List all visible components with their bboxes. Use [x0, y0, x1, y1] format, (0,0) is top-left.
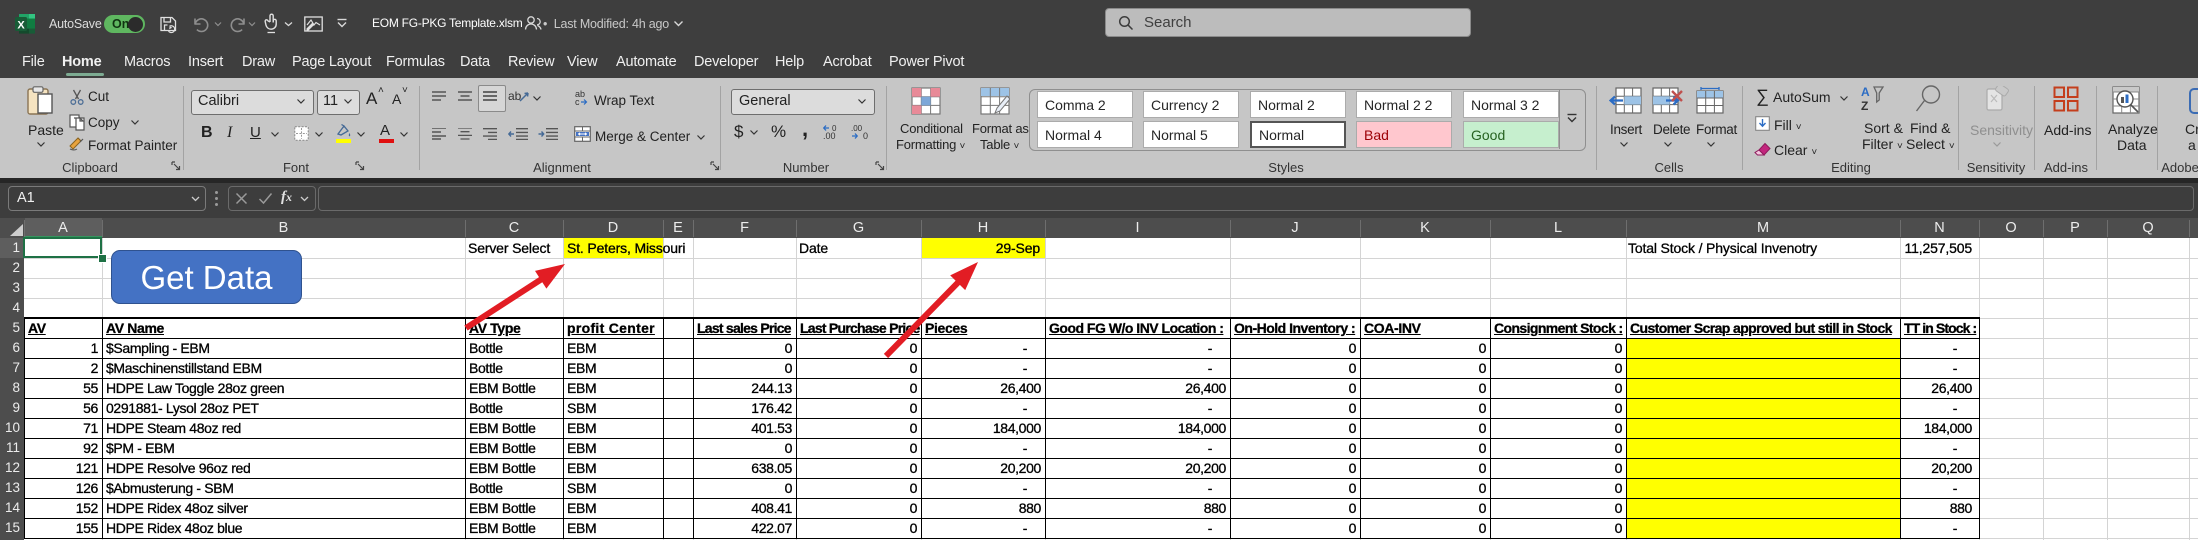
- svg-text:0: 0: [863, 131, 868, 140]
- svg-text:Z: Z: [1861, 99, 1868, 112]
- svg-text:0: 0: [832, 124, 837, 133]
- svg-text:ab: ab: [508, 89, 522, 103]
- svg-text:c: c: [575, 97, 580, 105]
- svg-text:X: X: [17, 20, 25, 32]
- svg-text:A: A: [1861, 85, 1870, 99]
- svg-text:.00: .00: [851, 124, 863, 133]
